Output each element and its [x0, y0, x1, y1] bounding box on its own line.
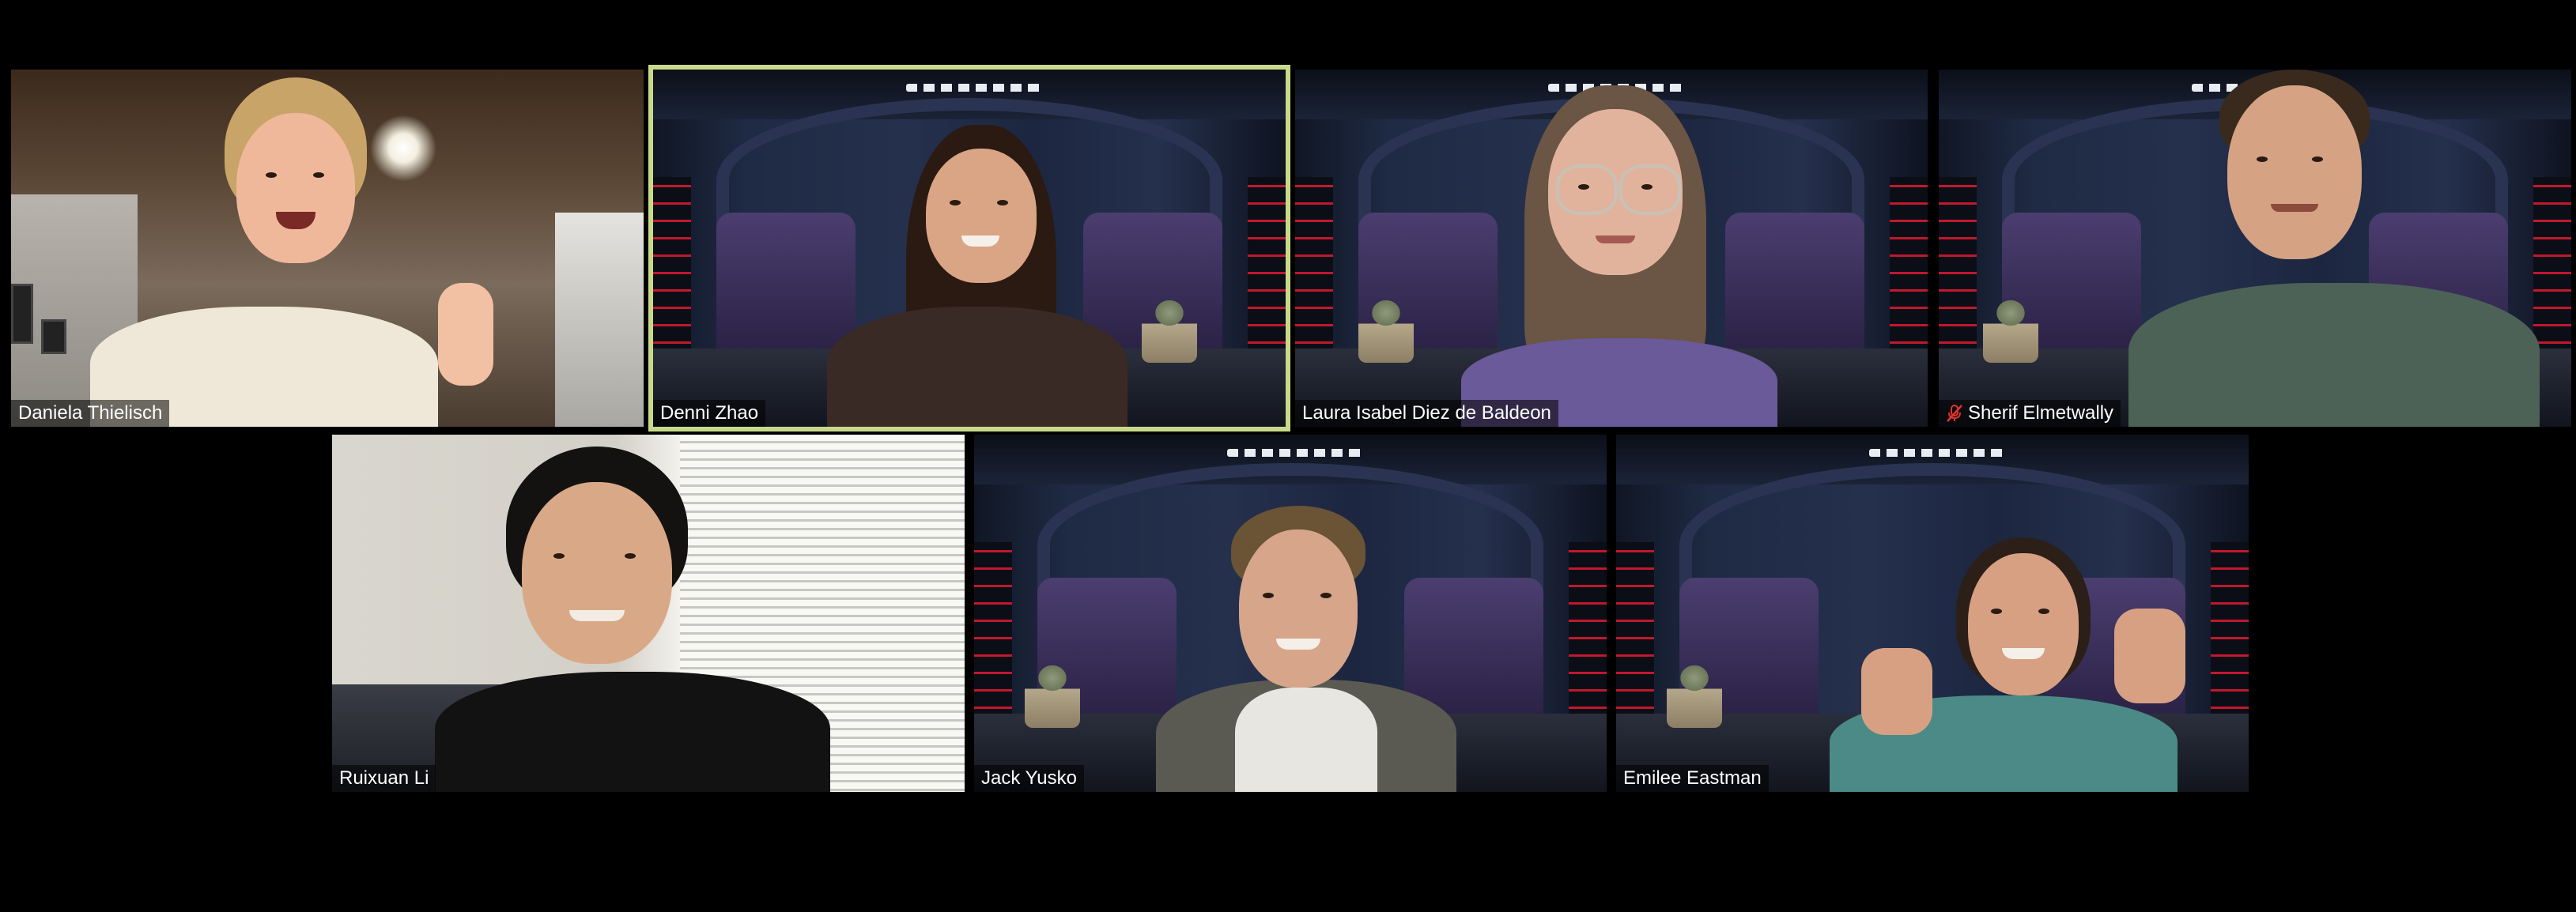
participant-name: Laura Isabel Diez de Baldeon	[1302, 402, 1551, 424]
participant-name: Denni Zhao	[660, 402, 759, 424]
microphone-muted-icon	[1946, 404, 1963, 423]
participant-name-label: Laura Isabel Diez de Baldeon	[1295, 400, 1558, 427]
participant-name-label: Ruixuan Li	[332, 765, 436, 792]
participant-name: Daniela Thielisch	[18, 402, 163, 424]
participant-name: Jack Yusko	[981, 767, 1077, 789]
participant-video	[1445, 70, 1793, 427]
participant-video	[59, 70, 493, 427]
participant-video	[1766, 435, 2241, 792]
gallery-view: Daniela Thielisch Denni Zhao Laura Isabe…	[0, 0, 2576, 912]
participant-name: Emilee Eastman	[1623, 767, 1762, 789]
participant-video	[411, 435, 854, 792]
participant-name-label: Jack Yusko	[974, 765, 1084, 792]
participant-name-label: Denni Zhao	[653, 400, 766, 427]
participant-name-label: Sherif Elmetwally	[1939, 400, 2121, 427]
video-tile-denni-zhao[interactable]: Denni Zhao	[648, 65, 1290, 432]
participant-name: Ruixuan Li	[339, 767, 429, 789]
participant-name: Sherif Elmetwally	[1968, 402, 2114, 424]
participant-name-label: Emilee Eastman	[1616, 765, 1769, 792]
video-tile-sherif-elmetwally[interactable]: Sherif Elmetwally	[1939, 70, 2571, 427]
video-tile-laura-isabel-diez-de-baldeon[interactable]: Laura Isabel Diez de Baldeon	[1295, 70, 1928, 427]
participant-video	[795, 70, 1159, 427]
video-tile-emilee-eastman[interactable]: Emilee Eastman	[1616, 435, 2249, 792]
participant-video	[2081, 70, 2555, 427]
participant-video	[1140, 435, 1472, 792]
video-tile-daniela-thielisch[interactable]: Daniela Thielisch	[11, 70, 644, 427]
video-tile-jack-yusko[interactable]: Jack Yusko	[974, 435, 1607, 792]
video-tile-ruixuan-li[interactable]: Ruixuan Li	[332, 435, 965, 792]
participant-name-label: Daniela Thielisch	[11, 400, 170, 427]
